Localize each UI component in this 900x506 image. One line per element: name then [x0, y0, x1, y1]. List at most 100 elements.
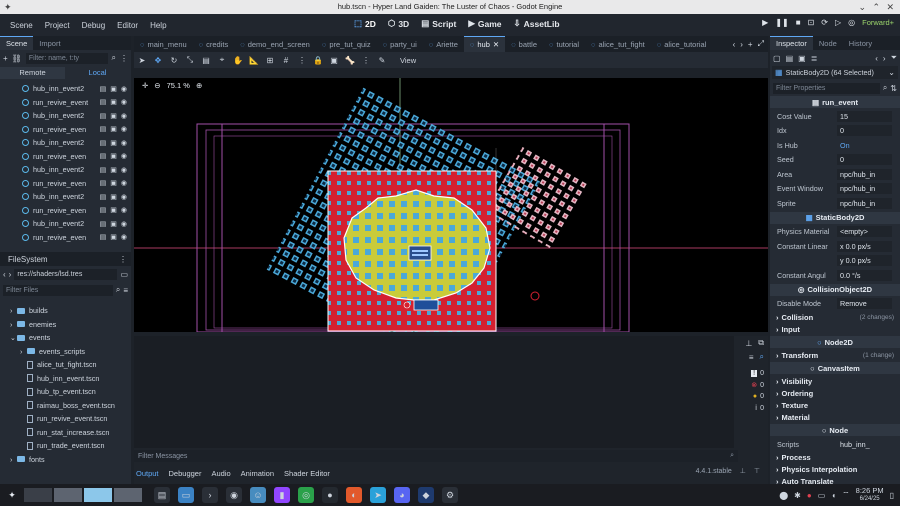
group-process[interactable]: › Process [770, 452, 900, 464]
section-node2d[interactable]: ○ Node2D [770, 336, 900, 348]
version-label[interactable]: 4.4.1.stable [696, 468, 732, 475]
tree-node[interactable]: run_revive_even ▤ ▣ ◉ [0, 123, 131, 137]
tree-node[interactable]: hub_inn_event2 ▤ ▣ ◉ [0, 136, 131, 150]
steam-icon[interactable]: ⚙ [442, 487, 458, 503]
visibility-icon[interactable]: ◉ [121, 166, 127, 174]
group-material[interactable]: › Material [770, 411, 900, 423]
tab-history[interactable]: History [843, 37, 878, 50]
prop-row[interactable]: Area npc/hub_in [770, 167, 900, 182]
canvas-viewport[interactable]: ✛ ⊖ 75.1 % ⊕ [134, 78, 768, 332]
group-collision[interactable]: › Collision (2 changes) [770, 311, 900, 323]
prop-value[interactable]: x 0.0 px/s [837, 240, 892, 252]
clock-time[interactable]: 8:26 PM [856, 487, 884, 495]
system-monitor-icon[interactable]: ▤ [154, 487, 170, 503]
pause-icon[interactable]: ❚❚ [775, 18, 788, 27]
fs-entry[interactable]: ⌄ events [0, 331, 131, 345]
error-count[interactable]: ⊗ 0 [751, 381, 764, 390]
selected-object[interactable]: StaticBody2D (64 Selected) [786, 68, 874, 77]
prop-row[interactable]: Idx 0 [770, 124, 900, 139]
fs-entry[interactable]: run_trade_event.tscn [0, 439, 131, 453]
group-icon[interactable]: ▣ [110, 125, 117, 133]
scene-tab-demo-end-screen[interactable]: ◌ demo_end_screen [234, 36, 316, 52]
view-menu[interactable]: View [400, 56, 416, 65]
prop-value[interactable]: npc/hub_in [837, 168, 892, 180]
github-icon[interactable]: ● [322, 487, 338, 503]
filter-properties-input[interactable]: Filter Properties [773, 82, 880, 94]
local-toggle[interactable]: Local [65, 67, 130, 79]
group-icon[interactable]: ▣ [110, 233, 117, 241]
prop-value[interactable]: 15 [837, 110, 892, 122]
firefox-icon[interactable]: ◐ [346, 487, 362, 503]
godot-icon[interactable]: ☺ [250, 487, 266, 503]
list-select-icon[interactable]: ▤ [200, 54, 212, 66]
prop-row[interactable]: y 0.0 px/s [770, 254, 900, 269]
bottom-tab-output[interactable]: Output [136, 469, 159, 478]
prop-row[interactable]: Event Window npc/hub_in [770, 182, 900, 197]
maximize-icon[interactable]: ⌃ [872, 2, 880, 13]
group-icon[interactable]: ▣ [110, 220, 117, 228]
menu-debug[interactable]: Debug [76, 21, 112, 30]
scene-tab-ariette[interactable]: ◌ Ariette [423, 36, 464, 52]
extra-icon[interactable]: ≣ [811, 54, 818, 63]
app-launcher-icon[interactable]: ✦ [4, 487, 20, 503]
zoom-out-icon[interactable]: ⊖ [154, 81, 160, 90]
wifi-icon[interactable]: ⌔ [842, 490, 850, 500]
search-icon[interactable]: ⌕ [760, 352, 764, 362]
tab-scene[interactable]: Scene [0, 36, 34, 50]
group-input[interactable]: › Input [770, 323, 900, 335]
tree-node[interactable]: run_revive_even ▤ ▣ ◉ [0, 177, 131, 191]
ruler-icon[interactable]: 📐 [248, 54, 260, 66]
scene-tab-alice-tutorial[interactable]: ◌ alice_tutorial [651, 36, 713, 52]
visibility-icon[interactable]: ◉ [121, 98, 127, 106]
warning-count[interactable]: ● 0 [753, 393, 764, 400]
prop-value[interactable]: 0.0 °/s [837, 269, 892, 281]
bottom-tab-animation[interactable]: Animation [241, 469, 274, 478]
save-icon[interactable]: ▣ [798, 54, 806, 63]
pin-icon[interactable]: ⊥ [740, 467, 746, 475]
desktop-4[interactable] [114, 488, 142, 502]
visibility-icon[interactable]: ◉ [121, 193, 127, 201]
pen-icon[interactable]: ✎ [376, 54, 388, 66]
section-run-event[interactable]: ▤ run_event [770, 96, 900, 108]
prop-value[interactable]: npc/hub_in [837, 197, 892, 209]
tab-prev-icon[interactable]: ‹ [733, 40, 736, 49]
pivot-crosshair-icon[interactable]: ✛ [142, 81, 148, 90]
script-icon[interactable]: ▤ [100, 233, 107, 241]
section-staticbody2d[interactable]: ▦ StaticBody2D [770, 211, 900, 224]
rotate-tool-icon[interactable]: ↻ [168, 54, 180, 66]
bluetooth-icon[interactable]: ✱ [794, 491, 801, 500]
group-icon[interactable]: ▣ [110, 85, 117, 93]
fs-entry[interactable]: › fonts [0, 453, 131, 467]
prop-value[interactable]: <empty> [837, 226, 892, 238]
group-icon[interactable]: ▣ [110, 112, 117, 120]
tab-import[interactable]: Import [33, 37, 66, 50]
tab-next-icon[interactable]: › [740, 40, 743, 49]
script-icon[interactable]: ▤ [100, 139, 107, 147]
remote-debug-icon[interactable]: ⊡ [808, 18, 815, 27]
zoom-level[interactable]: 75.1 % [167, 81, 190, 90]
group-icon[interactable]: ▣ [110, 152, 117, 160]
group-transform[interactable]: › Transform (1 change) [770, 349, 900, 361]
visibility-icon[interactable]: ◉ [121, 139, 127, 147]
network-icon[interactable]: ⬤ [779, 491, 788, 500]
link-icon[interactable]: ⛓ [12, 54, 22, 63]
script-icon[interactable]: ▤ [100, 179, 107, 187]
twitch-icon[interactable]: ▮ [274, 487, 290, 503]
tab-node[interactable]: Node [813, 37, 843, 50]
group-physics-interpolation[interactable]: › Physics Interpolation [770, 464, 900, 476]
prop-value[interactable]: On [837, 140, 892, 151]
scene-filter-input[interactable]: Filter: name, t:ty [25, 52, 108, 64]
script-icon[interactable]: ▤ [100, 166, 107, 174]
add-node-icon[interactable]: + [3, 54, 8, 63]
copy-icon[interactable]: ⧉ [758, 338, 764, 348]
menu-help[interactable]: Help [144, 21, 172, 30]
prop-row[interactable]: Constant Linear x 0.0 px/s [770, 239, 900, 254]
prop-row[interactable]: Seed 0 [770, 153, 900, 168]
section-canvasitem[interactable]: ○ CanvasItem [770, 362, 900, 374]
tree-node[interactable]: hub_inn_event2 ▤ ▣ ◉ [0, 190, 131, 204]
collapse-icon[interactable]: ≡ [749, 353, 754, 362]
stop-icon[interactable]: ■ [796, 18, 801, 27]
play-icon[interactable]: ▶ [762, 18, 768, 27]
fs-entry[interactable]: run_revive_event.tscn [0, 412, 131, 426]
snap-icon[interactable]: ⊞ [264, 54, 276, 66]
